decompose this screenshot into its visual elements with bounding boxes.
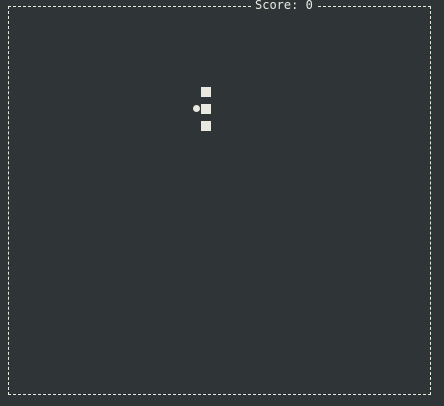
snake-segment	[201, 87, 211, 97]
playfield[interactable]	[9, 7, 430, 394]
food-dot	[193, 105, 200, 112]
game-screen: Score: 0	[0, 0, 444, 406]
snake-segment	[201, 104, 211, 114]
snake-segment	[201, 121, 211, 131]
